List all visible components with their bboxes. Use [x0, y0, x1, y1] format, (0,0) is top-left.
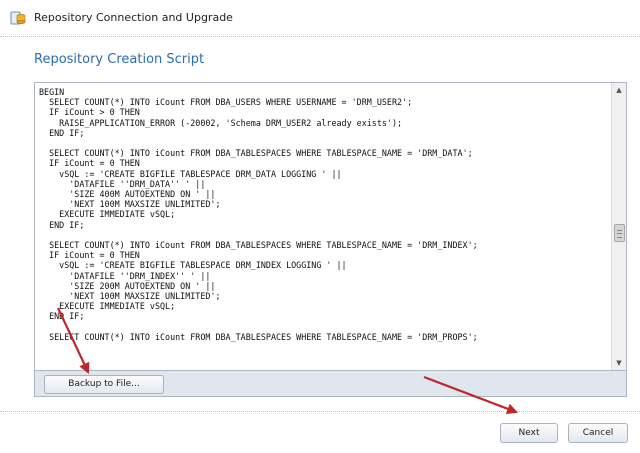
script-toolbar: Backup to File...: [34, 371, 627, 397]
footer-divider: [0, 411, 640, 412]
script-text[interactable]: BEGIN SELECT COUNT(*) INTO iCount FROM D…: [39, 87, 609, 367]
title-bar: Repository Connection and Upgrade: [0, 0, 640, 37]
cancel-button[interactable]: Cancel: [568, 423, 628, 443]
window-title: Repository Connection and Upgrade: [34, 11, 233, 24]
scrollbar-thumb[interactable]: [614, 224, 625, 242]
page-heading: Repository Creation Script: [34, 52, 205, 67]
vertical-scrollbar[interactable]: ▲ ▼: [611, 83, 626, 370]
repository-database-icon: [10, 10, 26, 26]
scroll-up-arrow-icon[interactable]: ▲: [612, 83, 626, 97]
grip-icon: [617, 230, 622, 238]
next-button[interactable]: Next: [500, 423, 558, 443]
backup-to-file-button[interactable]: Backup to File...: [44, 375, 164, 394]
scroll-down-arrow-icon[interactable]: ▼: [612, 356, 626, 370]
script-viewer[interactable]: BEGIN SELECT COUNT(*) INTO iCount FROM D…: [34, 82, 627, 371]
